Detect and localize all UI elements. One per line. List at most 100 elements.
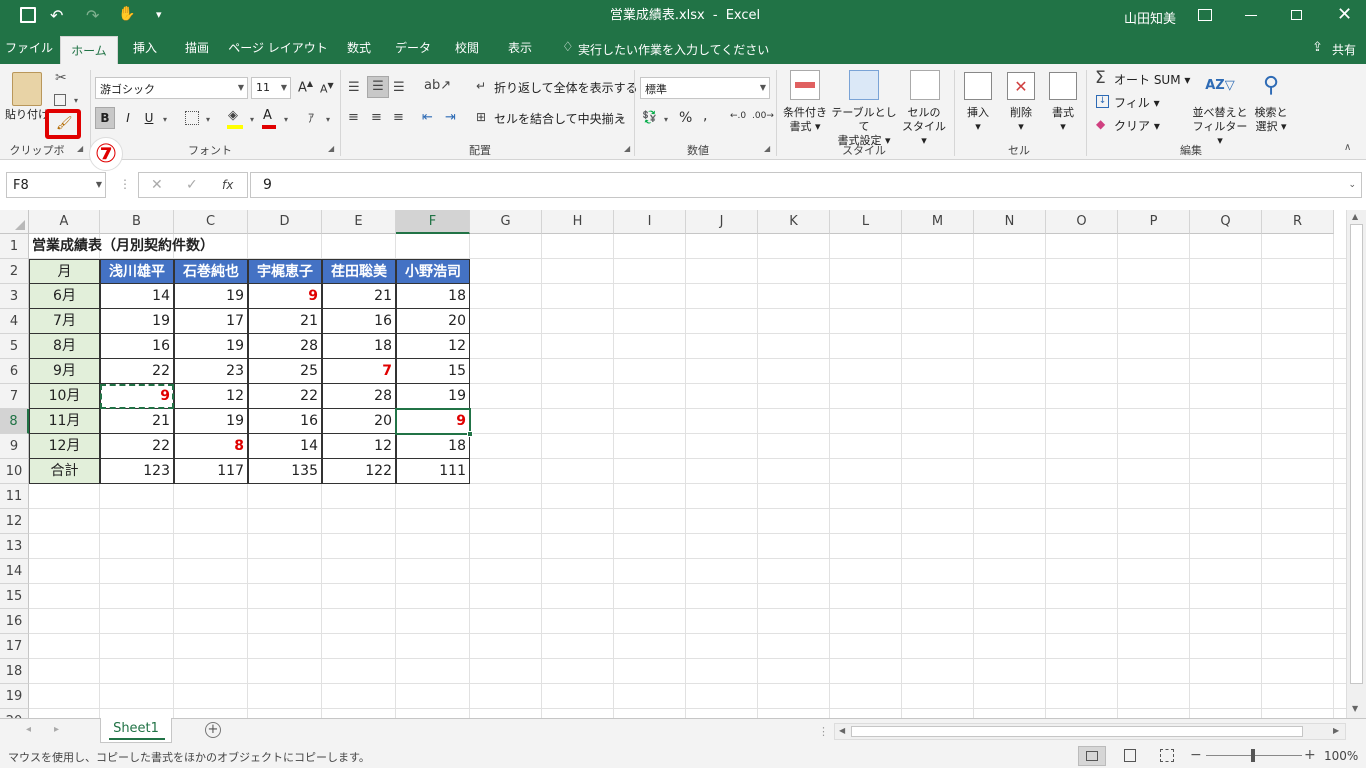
fill-handle[interactable]: [467, 431, 473, 437]
increase-decimal-icon[interactable]: ←.0: [730, 111, 746, 121]
page-break-view-icon[interactable]: [1160, 749, 1174, 762]
value-cell[interactable]: 18: [322, 334, 396, 359]
paste-icon[interactable]: [12, 72, 42, 106]
zoom-out-icon[interactable]: −: [1190, 747, 1202, 763]
scroll-up-icon[interactable]: ▲: [1352, 212, 1358, 221]
column-header-r[interactable]: R: [1262, 210, 1334, 234]
month-cell[interactable]: 8月: [29, 334, 100, 359]
value-cell[interactable]: 8: [174, 434, 248, 459]
border-icon[interactable]: [185, 111, 199, 125]
formula-input[interactable]: 9 ⌄: [250, 172, 1362, 198]
total-cell[interactable]: 135: [248, 459, 322, 484]
salesperson-header-cell[interactable]: 荏田聡美: [322, 259, 396, 284]
tab-review[interactable]: 校閲: [444, 32, 490, 64]
scroll-left-icon[interactable]: ◀: [839, 726, 845, 735]
month-cell[interactable]: 12月: [29, 434, 100, 459]
row-header-17[interactable]: 17: [0, 634, 29, 659]
zoom-level[interactable]: 100%: [1324, 749, 1358, 763]
touch-mode-icon[interactable]: ✋: [118, 6, 135, 22]
align-bottom-icon[interactable]: ☰: [393, 80, 405, 95]
align-middle-button[interactable]: ☰: [367, 76, 389, 98]
cell-styles-button[interactable]: セルの スタイル ▾: [898, 106, 950, 148]
redo-icon[interactable]: ↷: [86, 6, 99, 25]
zoom-slider[interactable]: [1206, 749, 1302, 762]
horizontal-scroll-thumb[interactable]: [851, 726, 1303, 737]
clipboard-launcher-icon[interactable]: ◢: [77, 144, 83, 153]
undo-icon[interactable]: ↶: [50, 6, 63, 25]
column-header-j[interactable]: J: [686, 210, 758, 234]
column-header-l[interactable]: L: [830, 210, 902, 234]
value-cell[interactable]: 21: [248, 309, 322, 334]
font-launcher-icon[interactable]: ◢: [328, 144, 334, 153]
number-launcher-icon[interactable]: ◢: [764, 144, 770, 153]
scroll-down-icon[interactable]: ▼: [1352, 704, 1358, 713]
align-center-icon[interactable]: ≡: [371, 110, 382, 125]
fill-color-icon[interactable]: ◈: [227, 108, 243, 129]
column-header-h[interactable]: H: [542, 210, 614, 234]
restore-icon[interactable]: [1291, 10, 1302, 20]
row-header-15[interactable]: 15: [0, 584, 29, 609]
value-cell[interactable]: 7: [322, 359, 396, 384]
row-header-10[interactable]: 10: [0, 459, 29, 484]
total-cell[interactable]: 122: [322, 459, 396, 484]
value-cell[interactable]: 18: [396, 284, 470, 309]
column-header-n[interactable]: N: [974, 210, 1046, 234]
total-cell[interactable]: 117: [174, 459, 248, 484]
fill-color-dropdown-icon[interactable]: ▾: [250, 115, 254, 124]
tab-data[interactable]: データ: [388, 32, 438, 64]
alignment-launcher-icon[interactable]: ◢: [624, 144, 630, 153]
month-cell[interactable]: 合計: [29, 459, 100, 484]
copy-icon[interactable]: [54, 94, 66, 106]
value-cell[interactable]: 22: [100, 359, 174, 384]
column-header-a[interactable]: A: [29, 210, 100, 234]
value-cell[interactable]: 20: [396, 309, 470, 334]
font-size-box[interactable]: 11 ▼: [251, 77, 291, 99]
column-header-p[interactable]: P: [1118, 210, 1190, 234]
row-header-7[interactable]: 7: [0, 384, 29, 409]
salesperson-header-cell[interactable]: 石巻純也: [174, 259, 248, 284]
value-cell[interactable]: 21: [322, 284, 396, 309]
align-top-icon[interactable]: ☰: [348, 80, 360, 95]
increase-indent-icon[interactable]: ⇥: [445, 110, 456, 125]
column-header-f[interactable]: F: [396, 210, 470, 234]
font-grow-icon[interactable]: A▲: [298, 79, 313, 95]
normal-view-button[interactable]: [1078, 746, 1106, 766]
value-cell[interactable]: 14: [100, 284, 174, 309]
value-cell[interactable]: 12: [174, 384, 248, 409]
value-cell[interactable]: 19: [174, 334, 248, 359]
row-header-9[interactable]: 9: [0, 434, 29, 459]
decrease-indent-icon[interactable]: ⇤: [422, 110, 433, 125]
worksheet-grid[interactable]: A B C D E F G H I J K L M N O P Q R 1 2 3 4 5 6 7 8 9 10 11 12 13 14 15 1…: [0, 210, 1346, 718]
row-header-3[interactable]: 3: [0, 284, 29, 309]
paste-button[interactable]: 貼り付け: [4, 108, 50, 122]
scroll-right-icon[interactable]: ▶: [1333, 726, 1339, 735]
value-cell[interactable]: 28: [322, 384, 396, 409]
phonetic-dropdown-icon[interactable]: ▾: [326, 115, 330, 124]
tab-home[interactable]: ホーム: [60, 36, 118, 64]
total-cell[interactable]: 111: [396, 459, 470, 484]
tab-view[interactable]: 表示: [496, 32, 544, 64]
row-header-20[interactable]: 20: [0, 709, 29, 718]
collapse-ribbon-icon[interactable]: ∧: [1344, 142, 1351, 153]
customize-qat-icon[interactable]: ▾: [156, 8, 162, 21]
align-right-icon[interactable]: ≡: [393, 110, 404, 125]
value-cell[interactable]: 22: [248, 384, 322, 409]
row-header-2[interactable]: 2: [0, 259, 29, 284]
share-button[interactable]: 共有: [1332, 41, 1356, 58]
value-cell[interactable]: 19: [396, 384, 470, 409]
delete-cells-button[interactable]: 削除 ▾: [1003, 106, 1039, 134]
phonetic-icon[interactable]: ｱ: [308, 109, 314, 126]
column-header-b[interactable]: B: [100, 210, 174, 234]
month-header-cell[interactable]: 月: [29, 259, 100, 284]
wrap-text-button[interactable]: 折り返して全体を表示する: [494, 81, 638, 95]
vertical-scroll-thumb[interactable]: [1350, 224, 1363, 684]
underline-button[interactable]: U: [141, 108, 157, 128]
percent-icon[interactable]: %: [679, 110, 692, 126]
row-header-11[interactable]: 11: [0, 484, 29, 509]
value-cell[interactable]: 16: [322, 309, 396, 334]
salesperson-header-cell[interactable]: 小野浩司: [396, 259, 470, 284]
zoom-slider-thumb[interactable]: [1251, 749, 1255, 762]
italic-button[interactable]: I: [120, 108, 136, 128]
font-shrink-icon[interactable]: A▼: [320, 81, 334, 96]
format-painter-icon[interactable]: 🖌: [56, 116, 73, 131]
